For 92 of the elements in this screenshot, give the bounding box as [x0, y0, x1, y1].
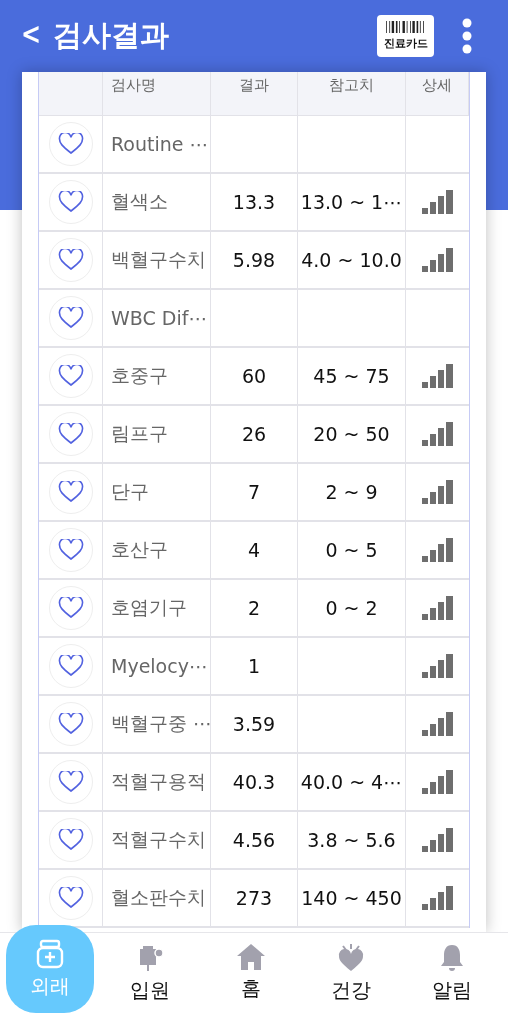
heart-icon: [57, 713, 84, 735]
reference-range: 0 ~ 5: [298, 522, 406, 580]
medicine-jar-icon: [36, 939, 64, 969]
favorite-button[interactable]: [48, 644, 93, 688]
reference-range: 2 ~ 9: [298, 464, 406, 522]
reference-range: 40.0 ~ 4⋯: [298, 754, 406, 812]
heart-icon: [337, 943, 366, 973]
reference-range: 4.0 ~ 10.0: [298, 232, 406, 290]
heart-icon: [57, 829, 84, 851]
test-name: 호중구: [103, 348, 211, 406]
heart-icon: [57, 771, 84, 793]
heart-icon: [57, 365, 84, 387]
reference-range: 140 ~ 450: [298, 870, 406, 928]
result-value: 5.98: [211, 232, 298, 290]
detail-chart-icon[interactable]: [422, 654, 453, 678]
result-value: 7: [211, 464, 298, 522]
detail-chart-icon[interactable]: [422, 248, 453, 272]
test-name: Myelocy⋯: [103, 638, 211, 696]
back-button[interactable]: <: [21, 19, 47, 53]
column-header: 결과: [211, 72, 298, 116]
column-header: 상세: [406, 72, 469, 116]
patient-card-button[interactable]: 진료카드: [377, 15, 434, 57]
heart-icon: [57, 191, 84, 213]
test-name: 적혈구용적: [103, 754, 211, 812]
detail-chart-icon[interactable]: [422, 538, 453, 562]
home-icon: [235, 943, 266, 971]
heart-icon: [57, 307, 84, 329]
detail-chart-icon[interactable]: [422, 190, 453, 214]
favorite-button[interactable]: [48, 760, 93, 804]
result-value: 1: [211, 638, 298, 696]
result-value: 13.3: [211, 174, 298, 232]
column-header: 검사명: [103, 72, 211, 116]
result-value: 4.56: [211, 812, 298, 870]
result-value: 4: [211, 522, 298, 580]
reference-range: 0 ~ 2: [298, 580, 406, 638]
favorite-button[interactable]: [48, 180, 93, 224]
reference-range: 3.8 ~ 5.6: [298, 812, 406, 870]
test-name: 백혈구중 ⋯: [103, 696, 211, 754]
favorite-button[interactable]: [48, 354, 93, 398]
detail-chart-icon[interactable]: [422, 770, 453, 794]
result-value: 2: [211, 580, 298, 638]
test-name: Routine ⋯: [103, 116, 211, 174]
nav-tab[interactable]: 입원: [100, 933, 201, 1015]
heart-icon: [57, 481, 84, 503]
test-name: 호염기구: [103, 580, 211, 638]
reference-range: 20 ~ 50: [298, 406, 406, 464]
favorite-button[interactable]: [48, 122, 93, 166]
result-value: 60: [211, 348, 298, 406]
heart-icon: [57, 249, 84, 271]
heart-icon: [57, 655, 84, 677]
favorite-button[interactable]: [48, 818, 93, 862]
detail-chart-icon[interactable]: [422, 886, 453, 910]
favorite-button[interactable]: [48, 470, 93, 514]
result-value: 40.3: [211, 754, 298, 812]
favorite-button[interactable]: [48, 296, 93, 340]
test-name: 혈색소: [103, 174, 211, 232]
favorite-button[interactable]: [48, 702, 93, 746]
favorite-button[interactable]: [48, 412, 93, 456]
detail-chart-icon[interactable]: [422, 364, 453, 388]
detail-chart-icon[interactable]: [422, 712, 453, 736]
nav-tab[interactable]: 알림: [401, 933, 502, 1015]
page-title: 검사결과: [53, 17, 171, 54]
heart-icon: [57, 597, 84, 619]
test-name: 림프구: [103, 406, 211, 464]
detail-chart-icon[interactable]: [422, 828, 453, 852]
detail-chart-icon[interactable]: [422, 422, 453, 446]
result-value: 273: [211, 870, 298, 928]
heart-icon: [57, 423, 84, 445]
reference-range: 45 ~ 75: [298, 348, 406, 406]
barcode-icon: [385, 21, 426, 33]
test-name: 호산구: [103, 522, 211, 580]
reference-range: 13.0 ~ 1⋯: [298, 174, 406, 232]
result-value: 26: [211, 406, 298, 464]
test-name: 백혈구수치: [103, 232, 211, 290]
test-name: 단구: [103, 464, 211, 522]
detail-chart-icon[interactable]: [422, 596, 453, 620]
favorite-button[interactable]: [48, 238, 93, 282]
nav-tab[interactable]: 홈: [200, 933, 301, 1015]
heart-icon: [57, 133, 84, 155]
column-header: 참고치: [298, 72, 406, 116]
detail-chart-icon[interactable]: [422, 480, 453, 504]
heart-icon: [57, 539, 84, 561]
nav-tab[interactable]: 건강: [301, 933, 402, 1015]
heart-icon: [57, 887, 84, 909]
result-value: 3.59: [211, 696, 298, 754]
favorite-button[interactable]: [48, 876, 93, 920]
test-name: 혈소판수치: [103, 870, 211, 928]
test-name: WBC Dif⋯: [103, 290, 211, 348]
favorite-button[interactable]: [48, 586, 93, 630]
test-name: 적혈구수치: [103, 812, 211, 870]
more-menu-icon[interactable]: [460, 17, 474, 55]
favorite-button[interactable]: [48, 528, 93, 572]
